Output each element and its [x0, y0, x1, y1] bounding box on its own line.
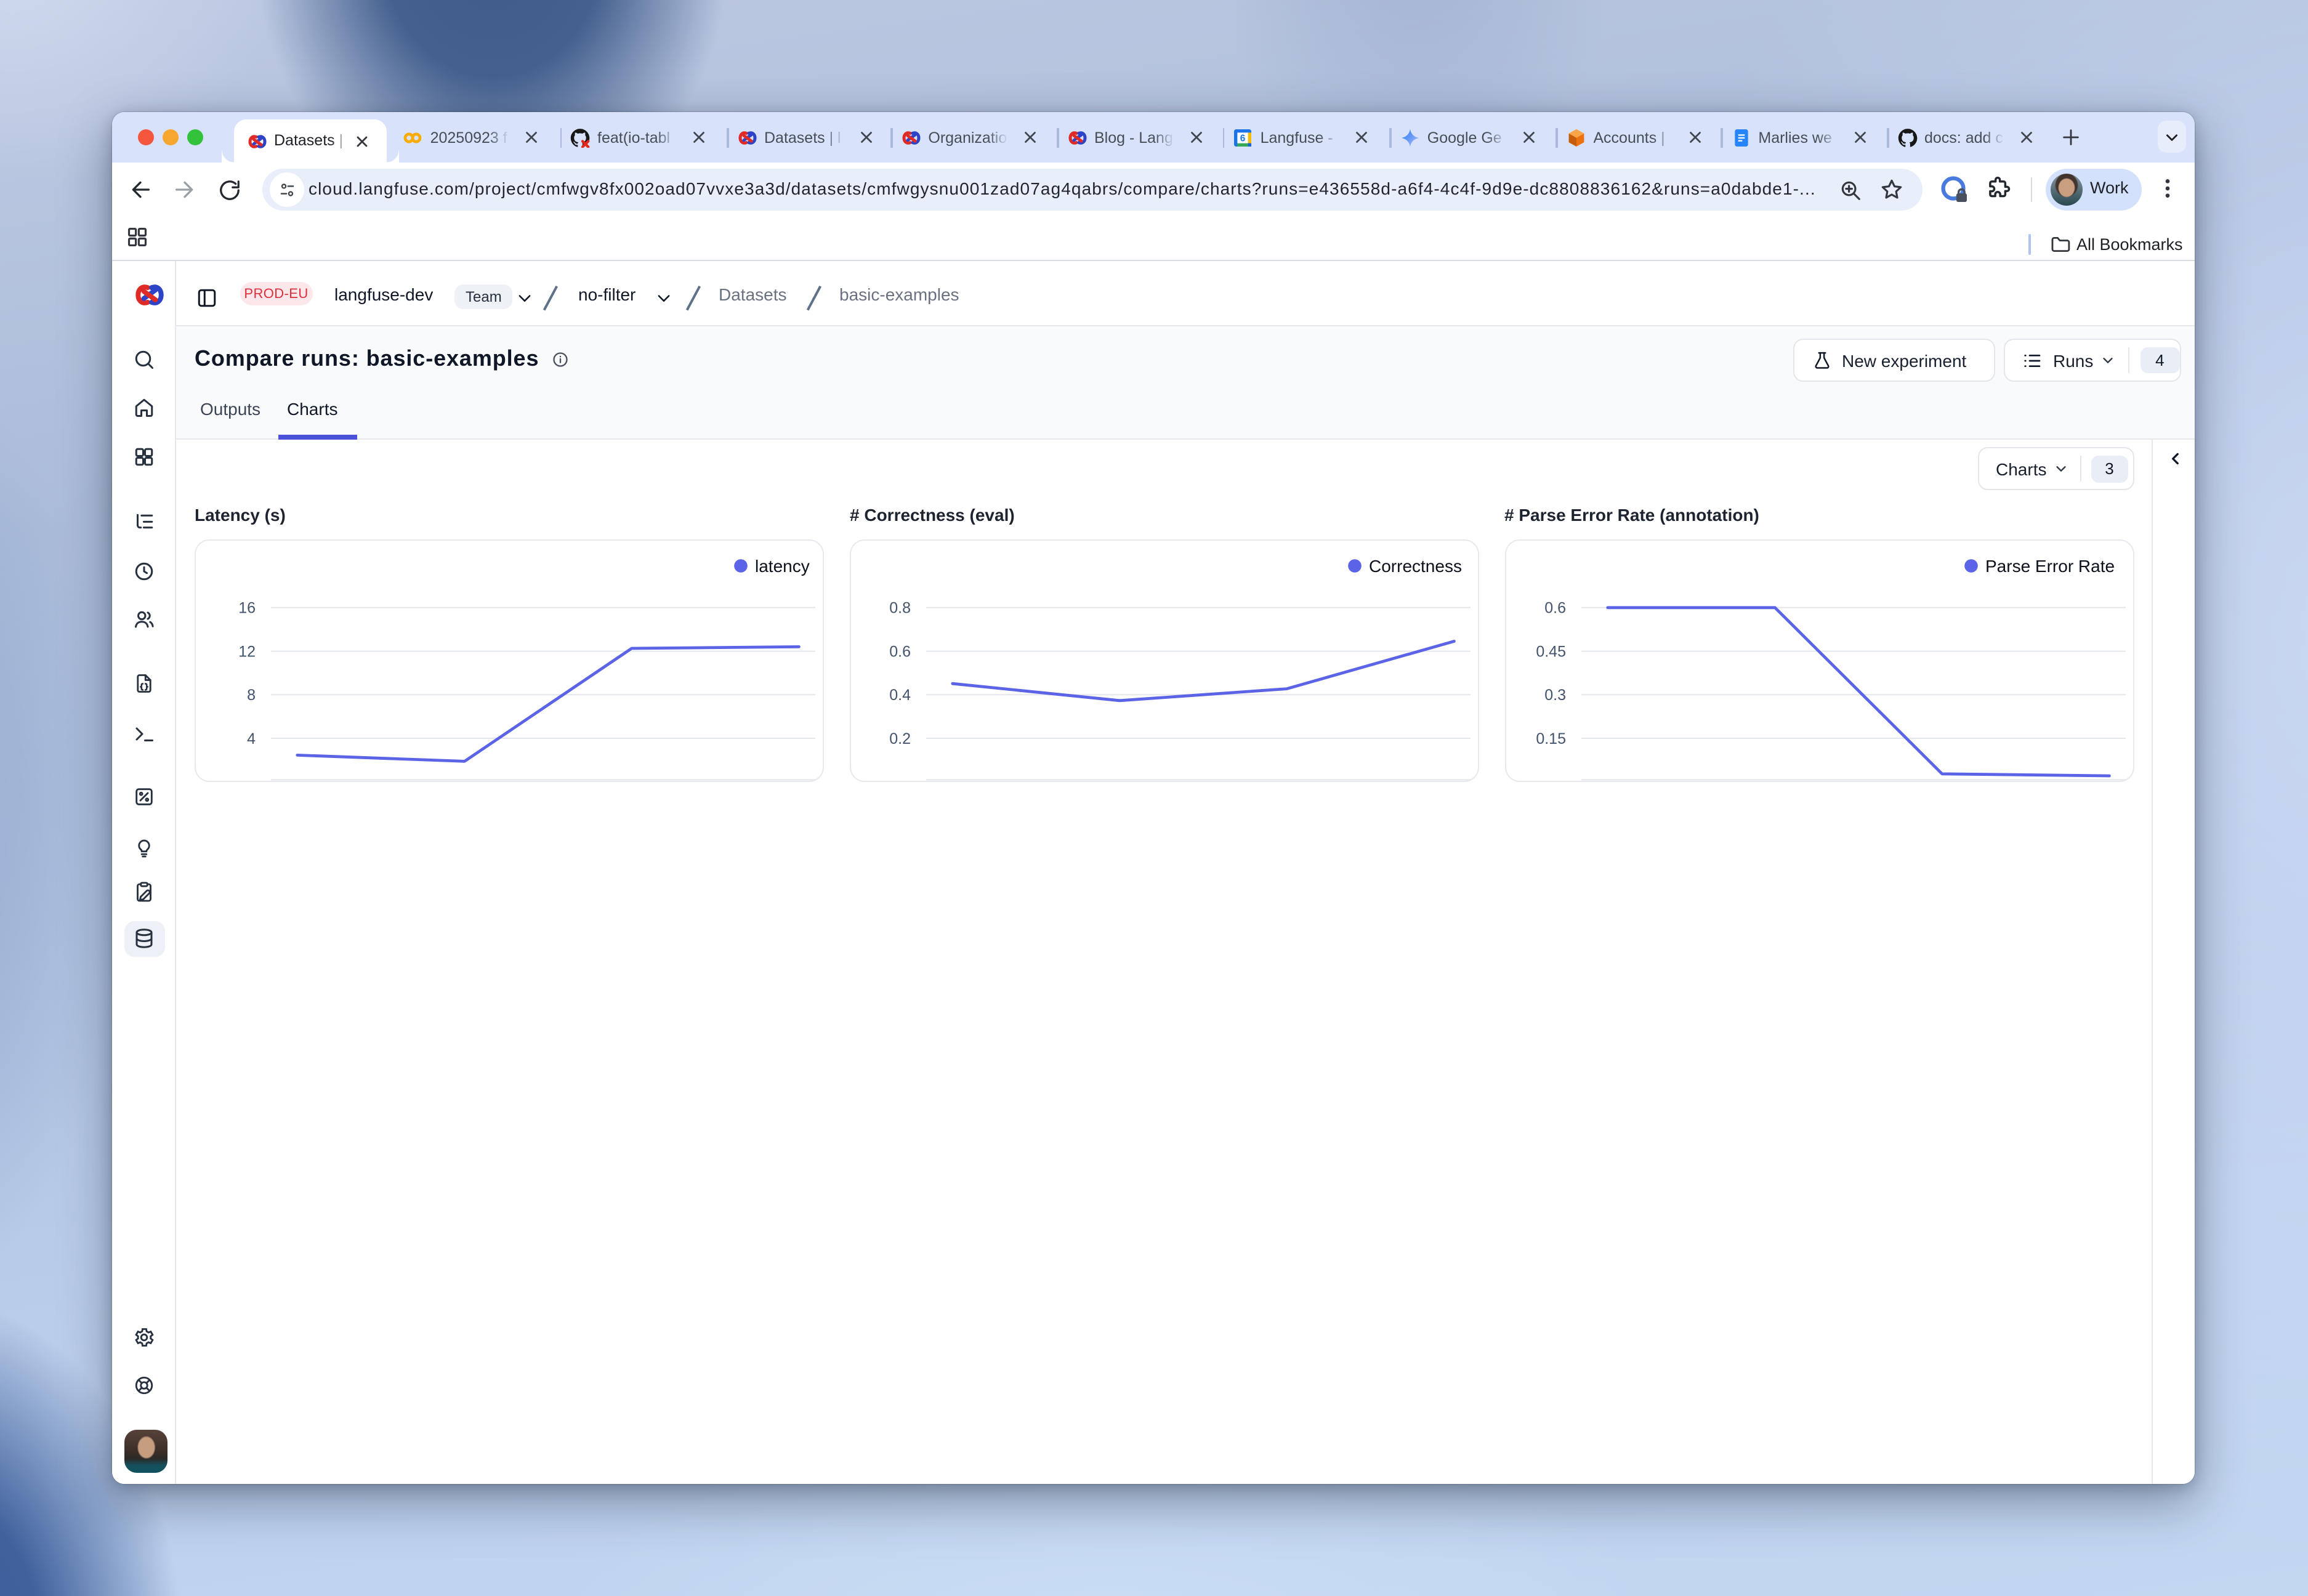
svg-text:12: 12 — [238, 643, 256, 660]
svg-text:0.6: 0.6 — [889, 643, 911, 660]
svg-text:4: 4 — [247, 730, 256, 748]
svg-text:Parse Error Rate: Parse Error Rate — [1985, 557, 2114, 576]
svg-text:Correctness: Correctness — [1369, 557, 1462, 576]
svg-text:latency: latency — [755, 557, 810, 576]
svg-text:0.8: 0.8 — [889, 600, 911, 617]
svg-text:16: 16 — [238, 600, 256, 617]
svg-text:0.45: 0.45 — [1535, 643, 1565, 660]
svg-text:0.4: 0.4 — [889, 687, 911, 704]
svg-text:6: 6 — [1240, 132, 1246, 143]
svg-text:0.6: 0.6 — [1544, 600, 1565, 617]
svg-text:0.15: 0.15 — [1535, 730, 1565, 748]
svg-text:8: 8 — [247, 687, 256, 704]
svg-text:0.3: 0.3 — [1544, 687, 1565, 704]
svg-text:0.2: 0.2 — [889, 730, 911, 748]
